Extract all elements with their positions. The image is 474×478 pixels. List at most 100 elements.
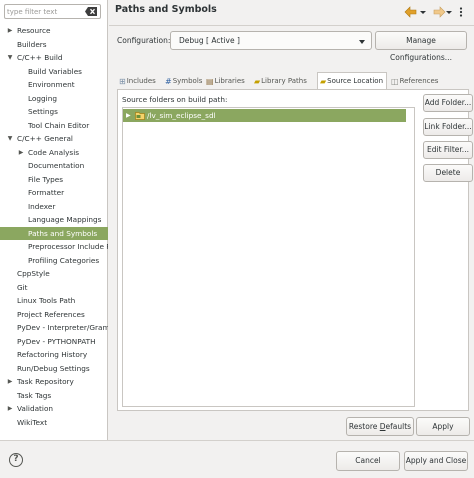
tab-label: Libraries <box>214 77 245 85</box>
tree-item-label: Task Repository <box>17 377 74 386</box>
apply-button[interactable]: Apply <box>416 417 470 436</box>
tree-item[interactable]: Preprocessor Include P <box>0 240 108 254</box>
tree-item-label: Build Variables <box>28 66 82 76</box>
tree-item-label: Profiling Categories <box>28 255 100 265</box>
help-icon[interactable]: ? <box>9 453 23 467</box>
tree-item-label: File Types <box>28 174 64 184</box>
tab-label: References <box>399 77 439 85</box>
filter-input[interactable] <box>7 5 83 18</box>
restore-mnemonic: D <box>379 422 386 431</box>
tree-item[interactable]: Documentation <box>0 159 108 173</box>
view-menu-icon[interactable] <box>456 6 466 18</box>
tree-item[interactable]: Project References <box>0 308 108 322</box>
manage-configurations-button[interactable]: Manage Configurations... <box>375 31 467 62</box>
forward-history-dropdown-icon[interactable] <box>445 6 453 18</box>
tree-item-label: C/C++ General <box>17 134 73 143</box>
tab-library-paths[interactable]: ▰Library Paths <box>254 74 307 89</box>
tree-item[interactable]: Settings <box>0 105 108 119</box>
expand-arrow-icon[interactable]: ▶ <box>6 375 14 389</box>
tree-item[interactable]: Paths and Symbols <box>0 226 108 240</box>
tree-item-label: Refactoring History <box>17 350 88 359</box>
add-folder-button[interactable]: Add Folder... <box>423 94 473 112</box>
tree-item[interactable]: PyDev - Interpreter/Gram <box>0 321 108 335</box>
tree-item[interactable]: Environment <box>0 78 108 92</box>
expand-arrow-icon[interactable]: ▶ <box>17 146 25 160</box>
header-separator <box>109 25 474 26</box>
tree-item[interactable]: ▶ Validation <box>0 402 108 416</box>
tree-item[interactable]: Task Tags <box>0 389 108 403</box>
tree-item-label: Git <box>17 282 28 292</box>
source-folders-list[interactable]: ▶ /lv_sim_eclipse_sdl <box>122 107 415 407</box>
expand-arrow-icon[interactable]: ▶ <box>126 109 131 122</box>
tree-item[interactable]: Run/Debug Settings <box>0 362 108 376</box>
tab-includes[interactable]: ⊞Includes <box>119 74 156 89</box>
tab-references[interactable]: ◫References <box>391 74 438 89</box>
restore-label-start: Restore <box>348 422 380 431</box>
tree-item[interactable]: ▼ C/C++ General <box>0 132 108 146</box>
clear-filter-icon[interactable] <box>85 7 97 16</box>
tree-item[interactable]: Logging <box>0 92 108 106</box>
tree-item-label: Paths and Symbols <box>28 228 98 238</box>
tab-libraries[interactable]: ▤Libraries <box>206 74 245 89</box>
tree-item[interactable]: ▶ Resource <box>0 24 108 38</box>
tab-source-location[interactable]: ▰Source Location <box>317 72 388 89</box>
property-page: Paths and Symbols Configuration: Debug [… <box>109 0 474 440</box>
tree-item[interactable]: Formatter <box>0 186 108 200</box>
tree-item[interactable]: Git <box>0 281 108 295</box>
tab-label: Includes <box>126 77 156 85</box>
tree-item[interactable]: Language Mappings <box>0 213 108 227</box>
collapse-arrow-icon[interactable]: ▼ <box>6 132 14 146</box>
tree-item[interactable]: Linux Tools Path <box>0 294 108 308</box>
source-location-panel: Source folders on build path: ▶ /lv_sim_… <box>117 89 473 411</box>
tree-item-label: Run/Debug Settings <box>17 363 90 373</box>
list-item[interactable]: ▶ /lv_sim_eclipse_sdl <box>123 109 406 122</box>
configuration-select[interactable]: Debug [ Active ] <box>170 31 372 50</box>
restore-label-end: efaults <box>385 422 412 431</box>
configuration-label: Configuration: <box>117 36 171 45</box>
tree-item-label: Validation <box>17 404 54 413</box>
apply-and-close-button[interactable]: Apply and Close <box>404 451 468 471</box>
tree-item-label: WikiText <box>17 417 48 427</box>
tree-item-label: Linux Tools Path <box>17 296 76 305</box>
forward-arrow-icon[interactable] <box>430 6 446 18</box>
references-icon: ◫ <box>391 77 399 86</box>
tree-item-label: Formatter <box>28 188 65 197</box>
tab-symbols[interactable]: #Symbols <box>165 74 202 89</box>
restore-defaults-button[interactable]: Restore Defaults <box>346 417 414 436</box>
tree-item[interactable]: CppStyle <box>0 267 108 281</box>
tree-item[interactable]: File Types <box>0 173 108 187</box>
tree-item-label: Task Tags <box>17 390 52 400</box>
link-folder-button[interactable]: Link Folder... <box>423 118 473 136</box>
tree-item[interactable]: ▼ C/C++ Build <box>0 51 108 65</box>
tree-item-label: Code Analysis <box>28 147 80 157</box>
expand-arrow-icon[interactable]: ▶ <box>6 24 14 38</box>
tree-item[interactable]: PyDev - PYTHONPATH <box>0 335 108 349</box>
tree-item-label: Preprocessor Include P <box>28 242 108 251</box>
tab-label: Library Paths <box>261 77 307 85</box>
tree-item[interactable]: Builders <box>0 38 108 52</box>
tree-item-label: C/C++ Build <box>17 53 63 62</box>
source-folders-label: Source folders on build path: <box>122 95 228 104</box>
back-arrow-icon[interactable] <box>404 6 420 18</box>
tree-item[interactable]: ▶ Code Analysis <box>0 146 108 160</box>
tree-item[interactable]: Tool Chain Editor <box>0 119 108 133</box>
property-page-tree: ▶ Resource Builders ▼ C/C++ Build Build Varia… <box>0 24 108 429</box>
delete-button[interactable]: Delete <box>423 164 473 182</box>
collapse-arrow-icon[interactable]: ▼ <box>6 51 14 65</box>
chevron-down-icon <box>359 40 365 44</box>
tree-item[interactable]: WikiText <box>0 416 108 430</box>
tree-item-label: Resource <box>17 26 51 35</box>
expand-arrow-icon[interactable]: ▶ <box>6 402 14 416</box>
tab-label: Source Location <box>327 77 384 85</box>
edit-filter-button[interactable]: Edit Filter... <box>423 141 473 159</box>
source-folder-icon <box>135 112 145 120</box>
folder-label: /lv_sim_eclipse_sdl <box>147 111 216 120</box>
tree-item[interactable]: Indexer <box>0 200 108 214</box>
tree-item[interactable]: ▶ Task Repository <box>0 375 108 389</box>
tree-item[interactable]: Profiling Categories <box>0 254 108 268</box>
cancel-button[interactable]: Cancel <box>336 451 400 471</box>
back-history-dropdown-icon[interactable] <box>419 6 427 18</box>
tree-item[interactable]: Build Variables <box>0 65 108 79</box>
includes-icon: ⊞ <box>119 77 126 86</box>
tree-item[interactable]: Refactoring History <box>0 348 108 362</box>
